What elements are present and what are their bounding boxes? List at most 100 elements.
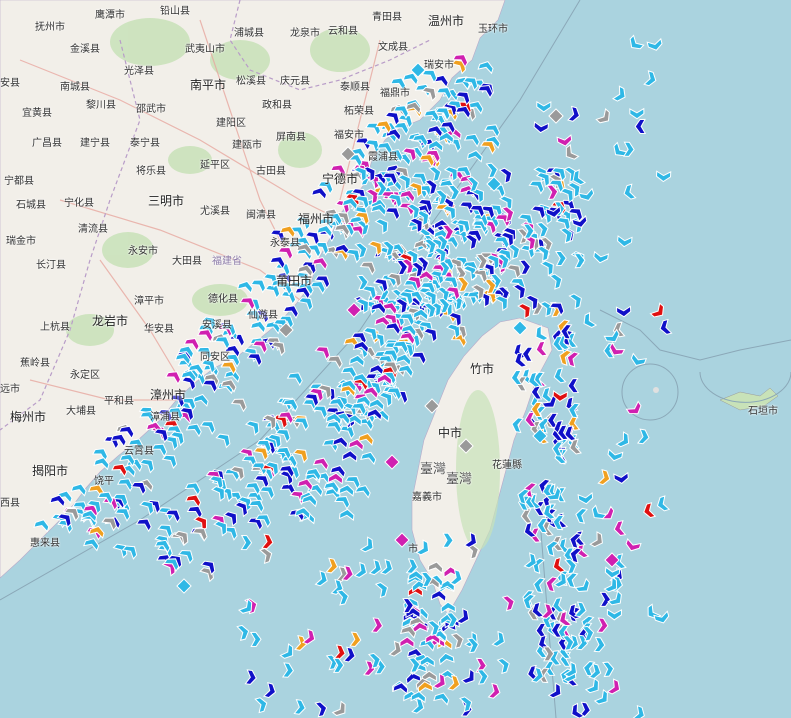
- chevron-vessel-icon[interactable]: [301, 628, 317, 646]
- chevron-vessel-icon[interactable]: [433, 691, 450, 706]
- chevron-vessel-icon[interactable]: [485, 162, 499, 179]
- chevron-vessel-icon[interactable]: [427, 561, 444, 574]
- chevron-vessel-icon[interactable]: [658, 318, 673, 336]
- chevron-vessel-icon[interactable]: [517, 301, 533, 320]
- chevron-vessel-icon[interactable]: [428, 165, 443, 183]
- chevron-vessel-icon[interactable]: [397, 363, 415, 378]
- diamond-vessel-icon[interactable]: [176, 578, 192, 594]
- diamond-vessel-icon[interactable]: [458, 438, 474, 454]
- chevron-vessel-icon[interactable]: [622, 183, 637, 200]
- chevron-vessel-icon[interactable]: [476, 669, 489, 685]
- diamond-vessel-icon[interactable]: [346, 302, 362, 318]
- chevron-vessel-icon[interactable]: [548, 272, 564, 290]
- chevron-vessel-icon[interactable]: [567, 105, 581, 122]
- chevron-vessel-icon[interactable]: [151, 441, 169, 458]
- chevron-vessel-icon[interactable]: [637, 428, 650, 445]
- chevron-vessel-icon[interactable]: [518, 259, 532, 276]
- chevron-vessel-icon[interactable]: [249, 631, 262, 648]
- chevron-vessel-icon[interactable]: [442, 532, 454, 548]
- chevron-vessel-icon[interactable]: [184, 492, 203, 508]
- chevron-vessel-icon[interactable]: [186, 503, 205, 520]
- chevron-vessel-icon[interactable]: [312, 455, 330, 472]
- chevron-vessel-icon[interactable]: [593, 636, 606, 653]
- chevron-vessel-icon[interactable]: [615, 305, 632, 318]
- chevron-vessel-icon[interactable]: [185, 421, 204, 438]
- chevron-vessel-icon[interactable]: [177, 547, 196, 565]
- chevron-vessel-icon[interactable]: [617, 235, 633, 248]
- chevron-vessel-icon[interactable]: [577, 492, 594, 505]
- chevron-vessel-icon[interactable]: [342, 646, 357, 663]
- chevron-vessel-icon[interactable]: [240, 535, 253, 551]
- diamond-vessel-icon[interactable]: [394, 532, 410, 548]
- chevron-vessel-icon[interactable]: [627, 34, 645, 52]
- chevron-vessel-icon[interactable]: [656, 170, 672, 183]
- chevron-vessel-icon[interactable]: [599, 591, 612, 607]
- chevron-vessel-icon[interactable]: [634, 118, 647, 134]
- chevron-vessel-icon[interactable]: [117, 475, 135, 492]
- chevron-vessel-icon[interactable]: [613, 520, 627, 536]
- chevron-vessel-icon[interactable]: [511, 417, 524, 434]
- chevron-vessel-icon[interactable]: [139, 456, 157, 474]
- chevron-vessel-icon[interactable]: [450, 632, 465, 649]
- chevron-vessel-icon[interactable]: [491, 630, 507, 649]
- chevron-vessel-icon[interactable]: [236, 279, 254, 294]
- chevron-vessel-icon[interactable]: [533, 121, 550, 134]
- chevron-vessel-icon[interactable]: [536, 100, 552, 113]
- chevron-vessel-icon[interactable]: [602, 661, 615, 678]
- chevron-vessel-icon[interactable]: [245, 418, 263, 436]
- chevron-vessel-icon[interactable]: [310, 186, 328, 201]
- chevron-vessel-icon[interactable]: [589, 504, 608, 522]
- chevron-vessel-icon[interactable]: [610, 141, 629, 160]
- chevron-vessel-icon[interactable]: [606, 608, 622, 621]
- chevron-vessel-icon[interactable]: [184, 480, 203, 496]
- chevron-vessel-icon[interactable]: [655, 495, 671, 512]
- chevron-vessel-icon[interactable]: [254, 696, 269, 714]
- chevron-vessel-icon[interactable]: [236, 624, 250, 641]
- chevron-vessel-icon[interactable]: [430, 589, 447, 603]
- chevron-vessel-icon[interactable]: [596, 617, 609, 633]
- chevron-vessel-icon[interactable]: [314, 570, 330, 587]
- chevron-vessel-icon[interactable]: [353, 561, 369, 580]
- vessel-traffic-map[interactable]: 抚州市 鹰潭市 铅山县 青田县 温州市 玉环市 金溪县 光泽县 武夷山市 浦城县…: [0, 0, 791, 718]
- chevron-vessel-icon[interactable]: [258, 483, 277, 501]
- chevron-vessel-icon[interactable]: [578, 187, 595, 203]
- chevron-vessel-icon[interactable]: [230, 395, 249, 413]
- chevron-vessel-icon[interactable]: [379, 558, 395, 576]
- chevron-vessel-icon[interactable]: [622, 141, 635, 157]
- chevron-vessel-icon[interactable]: [341, 450, 358, 463]
- chevron-vessel-icon[interactable]: [589, 531, 606, 549]
- diamond-vessel-icon[interactable]: [384, 454, 400, 470]
- chevron-vessel-icon[interactable]: [399, 636, 415, 649]
- chevron-vessel-icon[interactable]: [595, 108, 613, 126]
- chevron-vessel-icon[interactable]: [367, 238, 386, 257]
- chevron-vessel-icon[interactable]: [326, 352, 345, 370]
- chevron-vessel-icon[interactable]: [261, 533, 274, 550]
- chevron-vessel-icon[interactable]: [631, 704, 647, 718]
- chevron-vessel-icon[interactable]: [349, 631, 362, 648]
- chevron-vessel-icon[interactable]: [374, 216, 392, 235]
- chevron-vessel-icon[interactable]: [629, 107, 645, 120]
- chevron-vessel-icon[interactable]: [569, 702, 585, 718]
- chevron-vessel-icon[interactable]: [506, 261, 524, 280]
- chevron-vessel-icon[interactable]: [581, 311, 598, 330]
- chevron-vessel-icon[interactable]: [456, 276, 470, 293]
- chevron-vessel-icon[interactable]: [567, 377, 580, 394]
- chevron-vessel-icon[interactable]: [296, 477, 314, 492]
- chevron-vessel-icon[interactable]: [460, 668, 478, 686]
- chevron-vessel-icon[interactable]: [606, 678, 623, 696]
- chevron-vessel-icon[interactable]: [359, 258, 378, 276]
- chevron-vessel-icon[interactable]: [392, 681, 409, 695]
- diamond-vessel-icon[interactable]: [424, 398, 440, 414]
- chevron-vessel-icon[interactable]: [336, 589, 350, 606]
- chevron-vessel-icon[interactable]: [262, 681, 277, 699]
- chevron-vessel-icon[interactable]: [338, 484, 355, 497]
- chevron-vessel-icon[interactable]: [223, 509, 241, 527]
- chevron-vessel-icon[interactable]: [597, 468, 611, 486]
- chevron-vessel-icon[interactable]: [368, 559, 384, 576]
- chevron-vessel-icon[interactable]: [484, 121, 502, 138]
- chevron-vessel-icon[interactable]: [292, 446, 311, 464]
- chevron-vessel-icon[interactable]: [554, 250, 567, 267]
- chevron-vessel-icon[interactable]: [547, 682, 565, 700]
- chevron-vessel-icon[interactable]: [551, 556, 567, 573]
- chevron-vessel-icon[interactable]: [646, 37, 663, 52]
